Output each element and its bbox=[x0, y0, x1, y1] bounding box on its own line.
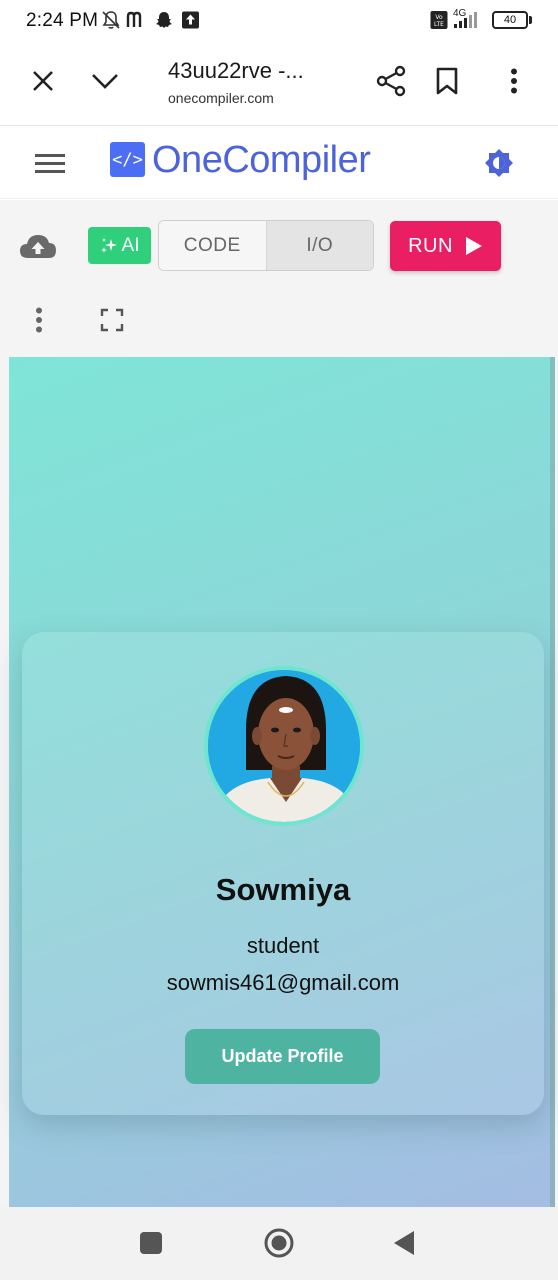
collapse-button[interactable] bbox=[83, 59, 127, 103]
profile-role: student bbox=[246, 933, 320, 958]
more-options-button[interactable] bbox=[17, 298, 61, 342]
more-vertical-icon bbox=[511, 68, 517, 94]
battery-level: 40 bbox=[503, 14, 517, 26]
svg-text:LTE: LTE bbox=[434, 21, 444, 28]
scrollbar[interactable] bbox=[550, 357, 555, 1207]
signal-strength-icon bbox=[454, 12, 477, 28]
brightness-icon bbox=[485, 149, 513, 177]
fullscreen-button[interactable] bbox=[90, 298, 134, 342]
logo-icon[interactable]: </> bbox=[110, 142, 145, 177]
page-url[interactable]: onecompiler.com bbox=[168, 90, 274, 106]
run-label: RUN bbox=[408, 234, 453, 257]
recents-icon bbox=[140, 1232, 162, 1254]
theme-toggle-button[interactable] bbox=[477, 141, 521, 185]
bookmark-icon bbox=[436, 67, 458, 95]
back-button[interactable] bbox=[384, 1223, 424, 1263]
battery-tip bbox=[529, 16, 532, 24]
avatar bbox=[204, 666, 364, 826]
run-button[interactable]: RUN bbox=[390, 221, 501, 271]
profile-name: Sowmiya bbox=[215, 872, 351, 907]
close-tab-button[interactable] bbox=[21, 59, 65, 103]
browser-menu-button[interactable] bbox=[492, 59, 536, 103]
share-button[interactable] bbox=[369, 59, 413, 103]
tab-code[interactable]: CODE bbox=[159, 221, 267, 270]
profile-card: Sowmiya student sowmis461@gmail.com Upda… bbox=[22, 632, 544, 1115]
chevron-down-icon bbox=[92, 74, 118, 89]
status-bar: 2:24 PM Vo LTE 4G 40 bbox=[0, 0, 558, 40]
status-time: 2:24 PM bbox=[26, 10, 99, 31]
tab-io[interactable]: I/O bbox=[266, 221, 373, 270]
volte-icon: Vo LTE bbox=[430, 11, 448, 29]
back-icon bbox=[394, 1231, 414, 1255]
home-icon bbox=[264, 1228, 294, 1258]
profile-photo bbox=[208, 670, 360, 822]
fullscreen-icon bbox=[100, 308, 124, 332]
ai-button[interactable]: AI bbox=[88, 227, 151, 264]
output-preview[interactable]: Sowmiya student sowmis461@gmail.com Upda… bbox=[9, 357, 555, 1207]
messaging-app-icon bbox=[126, 11, 142, 27]
svg-text:Vo: Vo bbox=[435, 14, 443, 21]
sparkles-icon bbox=[100, 237, 117, 253]
tab-title: 43uu22rve -... bbox=[168, 58, 304, 83]
browser-toolbar: 43uu22rve -... onecompiler.com bbox=[0, 40, 558, 126]
snapchat-icon bbox=[156, 12, 172, 28]
ai-label: AI bbox=[121, 234, 140, 256]
bookmark-button[interactable] bbox=[425, 59, 469, 103]
home-button[interactable] bbox=[259, 1223, 299, 1263]
profile-email: sowmis461@gmail.com bbox=[166, 970, 400, 995]
hamburger-menu-button[interactable] bbox=[28, 141, 72, 185]
update-profile-button[interactable]: Update Profile bbox=[185, 1029, 380, 1084]
editor-toolbar: AI CODE I/O RUN bbox=[0, 200, 558, 357]
view-toggle: CODE I/O bbox=[158, 220, 374, 271]
more-vertical-icon bbox=[36, 307, 42, 333]
menu-icon bbox=[35, 154, 65, 173]
logo-glyph: </> bbox=[112, 149, 143, 170]
close-icon bbox=[33, 71, 53, 91]
save-cloud-button[interactable] bbox=[16, 224, 60, 268]
play-icon bbox=[465, 237, 482, 255]
site-header: </> OneCompiler bbox=[0, 127, 558, 199]
system-navigation-bar bbox=[0, 1207, 558, 1280]
upload-notification-icon bbox=[182, 11, 199, 29]
battery-icon: 40 bbox=[492, 11, 528, 29]
share-icon bbox=[376, 65, 406, 97]
output-panel: Sowmiya student sowmis461@gmail.com Upda… bbox=[0, 357, 558, 1207]
recents-button[interactable] bbox=[131, 1223, 171, 1263]
logo-text[interactable]: OneCompiler bbox=[152, 139, 371, 182]
cloud-upload-icon bbox=[20, 235, 56, 258]
notifications-off-icon bbox=[102, 11, 120, 29]
